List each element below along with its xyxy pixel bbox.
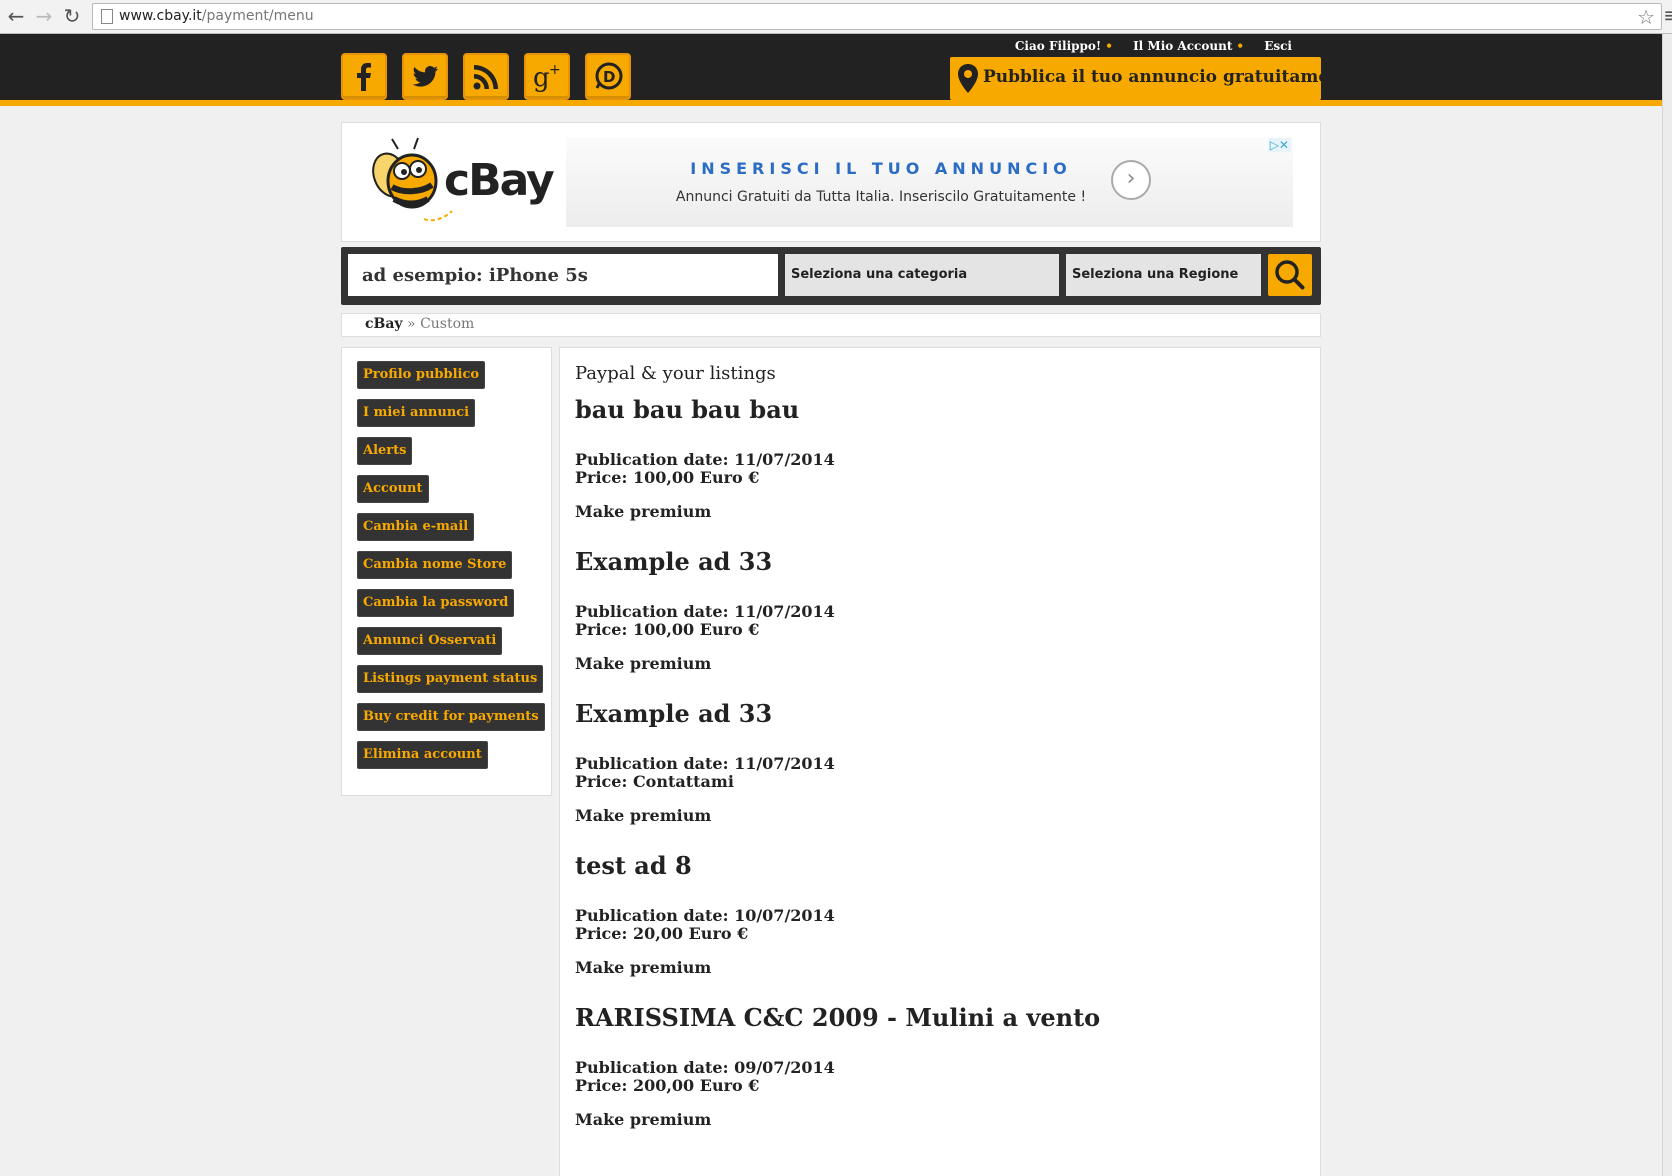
- sidebar-item-cambia-email[interactable]: Cambia e-mail: [357, 513, 475, 541]
- listing-date: Publication date: 11/07/2014: [575, 450, 835, 469]
- sidebar-item-annunci-osservati[interactable]: Annunci Osservati: [357, 627, 503, 655]
- svg-text:D: D: [603, 68, 615, 86]
- search-input[interactable]: [348, 254, 778, 296]
- listing-date: Publication date: 11/07/2014: [575, 602, 835, 621]
- sidebar-item-account[interactable]: Account: [357, 475, 429, 503]
- disqus-icon[interactable]: D: [585, 53, 631, 100]
- publish-ad-button[interactable]: Pubblica il tuo annuncio gratuitamente: [950, 57, 1360, 100]
- main-content: Paypal & your listings bau bau bau bau P…: [559, 347, 1321, 1176]
- url-text: www.cbay.it/payment/menu: [119, 8, 314, 24]
- make-premium-link[interactable]: Make premium: [575, 654, 1315, 673]
- browser-toolbar: ← → ↻ www.cbay.it/payment/menu ☆ ≡: [0, 0, 1672, 34]
- make-premium-link[interactable]: Make premium: [575, 958, 1315, 977]
- logo-banner-box: cBay INSERISCI IL TUO ANNUNCIO Annunci G…: [341, 122, 1321, 242]
- browser-menu-icon[interactable]: ≡: [1663, 3, 1672, 27]
- ad-title: INSERISCI IL TUO ANNUNCIO: [690, 159, 1072, 178]
- my-account-link[interactable]: Il Mio Account: [1133, 39, 1232, 53]
- bee-mascot-icon: [372, 137, 453, 222]
- ad-text: Annunci Gratuiti da Tutta Italia. Inseri…: [675, 189, 1087, 205]
- user-nav: Ciao Filippo! • Il Mio Account • Esci: [999, 39, 1292, 53]
- listing-title[interactable]: RARISSIMA C&C 2009 - Mulini a vento: [575, 1003, 1315, 1043]
- listing-price: Price: 100,00 Euro €: [575, 468, 760, 487]
- make-premium-link[interactable]: Make premium: [575, 502, 1315, 521]
- listing-item: bau bau bau bau Publication date: 11/07/…: [575, 395, 1315, 545]
- listing-item: Example ad 33 Publication date: 11/07/20…: [575, 699, 1315, 849]
- listing-price: Price: 100,00 Euro €: [575, 620, 760, 639]
- listing-price: Price: Contattami: [575, 772, 734, 791]
- listing-title[interactable]: Example ad 33: [575, 699, 1315, 739]
- search-icon: [1275, 260, 1305, 290]
- sidebar-item-i-miei-annunci[interactable]: I miei annunci: [357, 399, 476, 427]
- listing-item: test ad 8 Publication date: 10/07/2014 P…: [575, 851, 1315, 1001]
- listing-title[interactable]: bau bau bau bau: [575, 395, 1315, 435]
- listing-title[interactable]: Example ad 33: [575, 547, 1315, 587]
- listing-date: Publication date: 10/07/2014: [575, 906, 835, 925]
- listing-title[interactable]: test ad 8: [575, 851, 1315, 891]
- bookmark-star-icon[interactable]: ☆: [1637, 5, 1655, 29]
- site-header: g + D Ciao Filippo! • Il Mio Account • Esci…: [0, 34, 1662, 106]
- dropdown-dot-icon: •: [1105, 39, 1113, 53]
- reload-icon[interactable]: ↻: [60, 4, 84, 28]
- sidebar-item-buy-credit[interactable]: Buy credit for payments: [357, 703, 545, 731]
- account-sidebar: Profilo pubblico I miei annunci Alerts A…: [341, 347, 552, 796]
- make-premium-link[interactable]: Make premium: [575, 806, 1315, 825]
- rss-icon[interactable]: [463, 53, 509, 100]
- listing-date: Publication date: 11/07/2014: [575, 754, 835, 773]
- twitter-icon[interactable]: [402, 53, 448, 100]
- breadcrumb: cBay » Custom: [341, 313, 1321, 337]
- logout-link[interactable]: Esci: [1264, 39, 1292, 53]
- make-premium-link[interactable]: Make premium: [575, 1110, 1315, 1129]
- listing-date: Publication date: 09/07/2014: [575, 1058, 835, 1077]
- ad-choices-icon[interactable]: ▷✕: [1267, 138, 1291, 152]
- facebook-icon[interactable]: [341, 53, 387, 100]
- search-button[interactable]: [1268, 254, 1312, 296]
- listing-price: Price: 200,00 Euro €: [575, 1076, 760, 1095]
- scrollbar[interactable]: [1662, 34, 1672, 1176]
- publish-ad-label: Pubblica il tuo annuncio gratuitamente: [983, 67, 1361, 87]
- site-logo[interactable]: cBay: [444, 155, 555, 206]
- dropdown-dot-icon: •: [1236, 39, 1245, 53]
- breadcrumb-home[interactable]: cBay: [365, 316, 403, 332]
- region-select[interactable]: Seleziona una Regione: [1066, 254, 1261, 296]
- ad-banner[interactable]: INSERISCI IL TUO ANNUNCIO Annunci Gratui…: [566, 137, 1293, 227]
- category-select[interactable]: Seleziona una categoria: [785, 254, 1059, 296]
- svg-text:g: g: [533, 63, 550, 92]
- breadcrumb-current: Custom: [420, 316, 475, 332]
- greeting-link[interactable]: Ciao Filippo!: [1015, 39, 1101, 53]
- svg-text:+: +: [549, 62, 561, 78]
- map-pin-icon: [958, 64, 978, 93]
- back-icon[interactable]: ←: [4, 4, 28, 28]
- sidebar-item-listings-payment-status[interactable]: Listings payment status: [357, 665, 544, 693]
- page-icon: [101, 9, 113, 24]
- search-bar: Seleziona una categoria Seleziona una Re…: [341, 247, 1321, 305]
- listing-item: RARISSIMA C&C 2009 - Mulini a vento Publ…: [575, 1003, 1315, 1153]
- sidebar-item-elimina-account[interactable]: Elimina account: [357, 741, 488, 769]
- sidebar-item-cambia-password[interactable]: Cambia la password: [357, 589, 515, 617]
- google-plus-icon[interactable]: g +: [524, 53, 570, 100]
- sidebar-item-profilo-pubblico[interactable]: Profilo pubblico: [357, 361, 486, 389]
- sidebar-item-cambia-nome-store[interactable]: Cambia nome Store: [357, 551, 513, 579]
- breadcrumb-separator: »: [407, 316, 416, 332]
- listing-price: Price: 20,00 Euro €: [575, 924, 749, 943]
- page-title: Paypal & your listings: [575, 363, 776, 384]
- forward-icon[interactable]: →: [32, 4, 56, 28]
- chevron-right-icon[interactable]: ›: [1111, 160, 1151, 200]
- address-bar[interactable]: www.cbay.it/payment/menu ☆: [92, 3, 1662, 30]
- sidebar-item-alerts[interactable]: Alerts: [357, 437, 413, 465]
- listing-item: Example ad 33 Publication date: 11/07/20…: [575, 547, 1315, 697]
